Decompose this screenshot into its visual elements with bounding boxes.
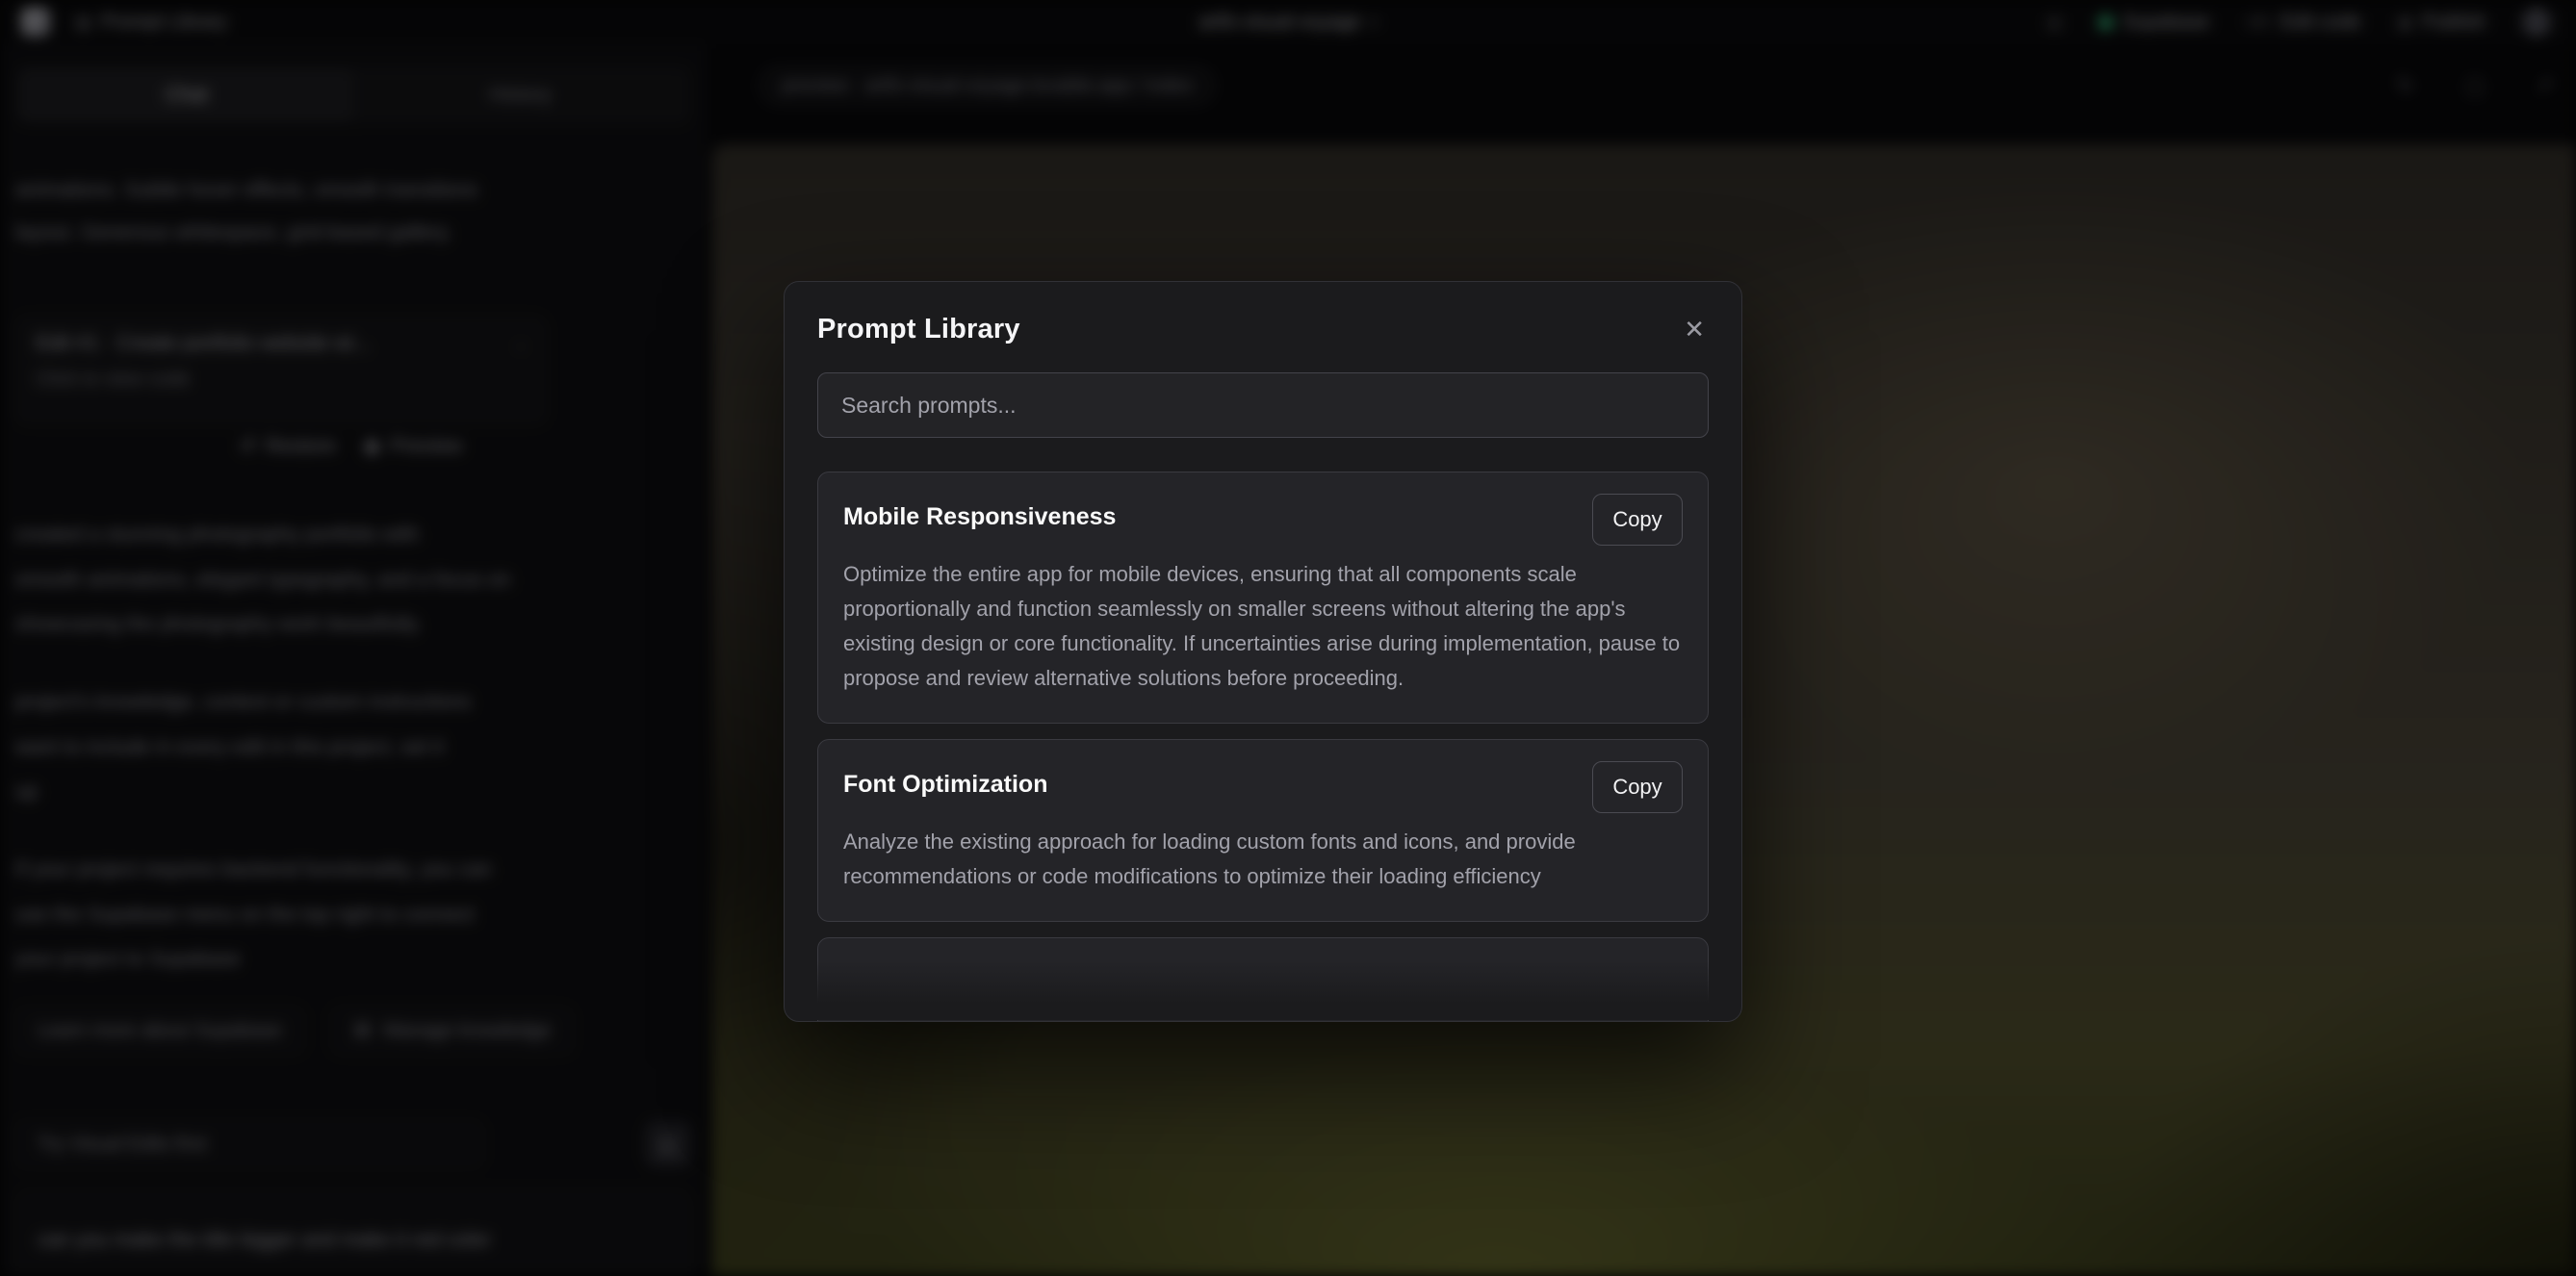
prompt-card-description: Analyze the existing approach for loadin…	[843, 825, 1683, 894]
copy-button[interactable]: Copy	[1592, 761, 1683, 813]
close-icon[interactable]: ✕	[1680, 313, 1709, 345]
prompt-library-modal: Prompt Library ✕ Mobile Responsiveness C…	[784, 281, 1742, 1022]
modal-title: Prompt Library	[817, 314, 1020, 345]
app-screen: ▤ Prompt Library artfx-visual-voyage ▾ ◎…	[0, 0, 2576, 1276]
prompt-card-title: Font Optimization	[843, 761, 1047, 799]
prompt-card-partial	[817, 937, 1709, 1022]
prompt-card: Font Optimization Copy Analyze the exist…	[817, 739, 1709, 922]
prompt-card-description: Optimize the entire app for mobile devic…	[843, 557, 1683, 696]
prompt-card-title: Mobile Responsiveness	[843, 494, 1116, 531]
search-input[interactable]	[817, 372, 1709, 438]
prompt-card: Mobile Responsiveness Copy Optimize the …	[817, 472, 1709, 724]
copy-button[interactable]: Copy	[1592, 494, 1683, 546]
